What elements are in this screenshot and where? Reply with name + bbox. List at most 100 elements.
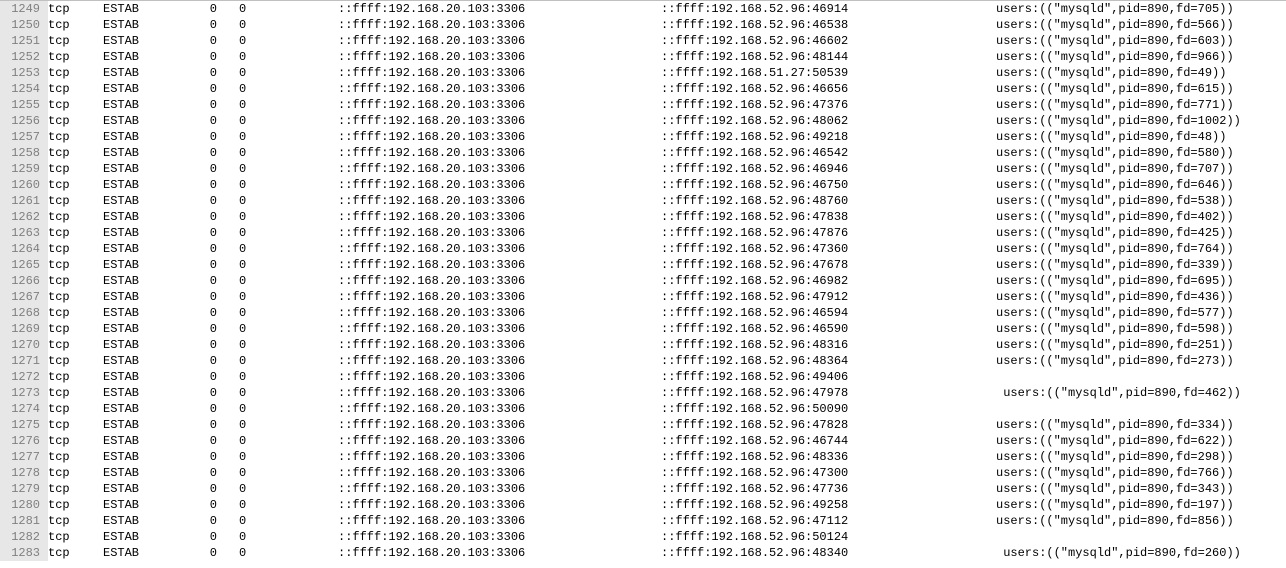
line-content[interactable]: tcpESTAB00::ffff:192.168.20.103:3306::ff…	[48, 497, 1286, 513]
line-content[interactable]: tcpESTAB00::ffff:192.168.20.103:3306::ff…	[48, 65, 1286, 81]
line-row[interactable]: 1271tcpESTAB00::ffff:192.168.20.103:3306…	[0, 353, 1286, 369]
line-row[interactable]: 1252tcpESTAB00::ffff:192.168.20.103:3306…	[0, 49, 1286, 65]
line-content[interactable]: tcpESTAB00::ffff:192.168.20.103:3306::ff…	[48, 161, 1286, 177]
col-peer-addr: ::ffff:192.168.52.96:50090	[661, 401, 982, 417]
line-row[interactable]: 1269tcpESTAB00::ffff:192.168.20.103:3306…	[0, 321, 1286, 337]
col-local-addr: ::ffff:192.168.20.103:3306	[338, 257, 661, 273]
line-content[interactable]: tcpESTAB00::ffff:192.168.20.103:3306::ff…	[48, 17, 1286, 33]
line-content[interactable]: tcpESTAB00::ffff:192.168.20.103:3306::ff…	[48, 257, 1286, 273]
line-content[interactable]: tcpESTAB00::ffff:192.168.20.103:3306::ff…	[48, 369, 1286, 385]
line-row[interactable]: 1270tcpESTAB00::ffff:192.168.20.103:3306…	[0, 337, 1286, 353]
line-number: 1271	[0, 353, 48, 369]
line-number: 1258	[0, 145, 48, 161]
line-row[interactable]: 1259tcpESTAB00::ffff:192.168.20.103:3306…	[0, 161, 1286, 177]
line-row[interactable]: 1268tcpESTAB00::ffff:192.168.20.103:3306…	[0, 305, 1286, 321]
col-local-addr: ::ffff:192.168.20.103:3306	[338, 161, 661, 177]
col-local-addr: ::ffff:192.168.20.103:3306	[338, 321, 661, 337]
line-content[interactable]: tcpESTAB00::ffff:192.168.20.103:3306::ff…	[48, 417, 1286, 433]
line-content[interactable]: tcpESTAB00::ffff:192.168.20.103:3306::ff…	[48, 353, 1286, 369]
line-row[interactable]: 1262tcpESTAB00::ffff:192.168.20.103:3306…	[0, 209, 1286, 225]
line-content[interactable]: tcpESTAB00::ffff:192.168.20.103:3306::ff…	[48, 529, 1286, 545]
line-row[interactable]: 1253tcpESTAB00::ffff:192.168.20.103:3306…	[0, 65, 1286, 81]
line-content[interactable]: tcpESTAB00::ffff:192.168.20.103:3306::ff…	[48, 321, 1286, 337]
line-content[interactable]: tcpESTAB00::ffff:192.168.20.103:3306::ff…	[48, 433, 1286, 449]
line-content[interactable]: tcpESTAB00::ffff:192.168.20.103:3306::ff…	[48, 145, 1286, 161]
line-row[interactable]: 1265tcpESTAB00::ffff:192.168.20.103:3306…	[0, 257, 1286, 273]
line-row[interactable]: 1255tcpESTAB00::ffff:192.168.20.103:3306…	[0, 97, 1286, 113]
col-users: users:(("mysqld",pid=890,fd=707))	[982, 161, 1234, 177]
col-sendq: 0	[217, 33, 338, 49]
line-content[interactable]: tcpESTAB00::ffff:192.168.20.103:3306::ff…	[48, 465, 1286, 481]
col-recvq: 0	[189, 225, 217, 241]
line-row[interactable]: 1260tcpESTAB00::ffff:192.168.20.103:3306…	[0, 177, 1286, 193]
col-proto: tcp	[48, 401, 103, 417]
line-number: 1249	[0, 1, 48, 17]
line-content[interactable]: tcpESTAB00::ffff:192.168.20.103:3306::ff…	[48, 449, 1286, 465]
col-users: users:(("mysqld",pid=890,fd=462))	[982, 385, 1241, 401]
col-state: ESTAB	[103, 369, 189, 385]
line-row[interactable]: 1264tcpESTAB00::ffff:192.168.20.103:3306…	[0, 241, 1286, 257]
line-content[interactable]: tcpESTAB00::ffff:192.168.20.103:3306::ff…	[48, 337, 1286, 353]
line-content[interactable]: tcpESTAB00::ffff:192.168.20.103:3306::ff…	[48, 1, 1286, 17]
col-local-addr: ::ffff:192.168.20.103:3306	[338, 529, 661, 545]
line-row[interactable]: 1250tcpESTAB00::ffff:192.168.20.103:3306…	[0, 17, 1286, 33]
col-users: users:(("mysqld",pid=890,fd=646))	[982, 177, 1234, 193]
col-peer-addr: ::ffff:192.168.52.96:48062	[661, 113, 982, 129]
line-content[interactable]: tcpESTAB00::ffff:192.168.20.103:3306::ff…	[48, 289, 1286, 305]
col-users: users:(("mysqld",pid=890,fd=334))	[982, 417, 1234, 433]
line-content[interactable]: tcpESTAB00::ffff:192.168.20.103:3306::ff…	[48, 545, 1286, 561]
line-content[interactable]: tcpESTAB00::ffff:192.168.20.103:3306::ff…	[48, 33, 1286, 49]
line-row[interactable]: 1266tcpESTAB00::ffff:192.168.20.103:3306…	[0, 273, 1286, 289]
line-row[interactable]: 1251tcpESTAB00::ffff:192.168.20.103:3306…	[0, 33, 1286, 49]
line-row[interactable]: 1281tcpESTAB00::ffff:192.168.20.103:3306…	[0, 513, 1286, 529]
line-row[interactable]: 1254tcpESTAB00::ffff:192.168.20.103:3306…	[0, 81, 1286, 97]
line-row[interactable]: 1274tcpESTAB00::ffff:192.168.20.103:3306…	[0, 401, 1286, 417]
line-row[interactable]: 1278tcpESTAB00::ffff:192.168.20.103:3306…	[0, 465, 1286, 481]
line-content[interactable]: tcpESTAB00::ffff:192.168.20.103:3306::ff…	[48, 385, 1286, 401]
line-content[interactable]: tcpESTAB00::ffff:192.168.20.103:3306::ff…	[48, 513, 1286, 529]
line-content[interactable]: tcpESTAB00::ffff:192.168.20.103:3306::ff…	[48, 209, 1286, 225]
line-row[interactable]: 1272tcpESTAB00::ffff:192.168.20.103:3306…	[0, 369, 1286, 385]
line-row[interactable]: 1249tcpESTAB00::ffff:192.168.20.103:3306…	[0, 1, 1286, 17]
line-row[interactable]: 1273tcpESTAB00::ffff:192.168.20.103:3306…	[0, 385, 1286, 401]
line-row[interactable]: 1276tcpESTAB00::ffff:192.168.20.103:3306…	[0, 433, 1286, 449]
line-row[interactable]: 1280tcpESTAB00::ffff:192.168.20.103:3306…	[0, 497, 1286, 513]
line-row[interactable]: 1283tcpESTAB00::ffff:192.168.20.103:3306…	[0, 545, 1286, 561]
line-content[interactable]: tcpESTAB00::ffff:192.168.20.103:3306::ff…	[48, 305, 1286, 321]
line-row[interactable]: 1279tcpESTAB00::ffff:192.168.20.103:3306…	[0, 481, 1286, 497]
col-state: ESTAB	[103, 17, 189, 33]
line-content[interactable]: tcpESTAB00::ffff:192.168.20.103:3306::ff…	[48, 481, 1286, 497]
col-local-addr: ::ffff:192.168.20.103:3306	[338, 433, 661, 449]
col-local-addr: ::ffff:192.168.20.103:3306	[338, 129, 661, 145]
line-content[interactable]: tcpESTAB00::ffff:192.168.20.103:3306::ff…	[48, 193, 1286, 209]
line-content[interactable]: tcpESTAB00::ffff:192.168.20.103:3306::ff…	[48, 97, 1286, 113]
col-proto: tcp	[48, 241, 103, 257]
text-editor-viewport[interactable]: 1249tcpESTAB00::ffff:192.168.20.103:3306…	[0, 0, 1286, 561]
line-row[interactable]: 1256tcpESTAB00::ffff:192.168.20.103:3306…	[0, 113, 1286, 129]
line-content[interactable]: tcpESTAB00::ffff:192.168.20.103:3306::ff…	[48, 273, 1286, 289]
line-row[interactable]: 1275tcpESTAB00::ffff:192.168.20.103:3306…	[0, 417, 1286, 433]
line-content[interactable]: tcpESTAB00::ffff:192.168.20.103:3306::ff…	[48, 401, 1286, 417]
col-peer-addr: ::ffff:192.168.52.96:46744	[661, 433, 982, 449]
col-local-addr: ::ffff:192.168.20.103:3306	[338, 545, 661, 561]
col-proto: tcp	[48, 209, 103, 225]
line-row[interactable]: 1282tcpESTAB00::ffff:192.168.20.103:3306…	[0, 529, 1286, 545]
line-row[interactable]: 1258tcpESTAB00::ffff:192.168.20.103:3306…	[0, 145, 1286, 161]
col-peer-addr: ::ffff:192.168.52.96:46750	[661, 177, 982, 193]
line-content[interactable]: tcpESTAB00::ffff:192.168.20.103:3306::ff…	[48, 241, 1286, 257]
line-content[interactable]: tcpESTAB00::ffff:192.168.20.103:3306::ff…	[48, 113, 1286, 129]
line-row[interactable]: 1277tcpESTAB00::ffff:192.168.20.103:3306…	[0, 449, 1286, 465]
line-row[interactable]: 1267tcpESTAB00::ffff:192.168.20.103:3306…	[0, 289, 1286, 305]
line-content[interactable]: tcpESTAB00::ffff:192.168.20.103:3306::ff…	[48, 129, 1286, 145]
line-content[interactable]: tcpESTAB00::ffff:192.168.20.103:3306::ff…	[48, 81, 1286, 97]
line-row[interactable]: 1261tcpESTAB00::ffff:192.168.20.103:3306…	[0, 193, 1286, 209]
line-number: 1275	[0, 417, 48, 433]
line-row[interactable]: 1263tcpESTAB00::ffff:192.168.20.103:3306…	[0, 225, 1286, 241]
line-number: 1269	[0, 321, 48, 337]
line-row[interactable]: 1257tcpESTAB00::ffff:192.168.20.103:3306…	[0, 129, 1286, 145]
line-content[interactable]: tcpESTAB00::ffff:192.168.20.103:3306::ff…	[48, 177, 1286, 193]
col-proto: tcp	[48, 161, 103, 177]
line-content[interactable]: tcpESTAB00::ffff:192.168.20.103:3306::ff…	[48, 225, 1286, 241]
col-local-addr: ::ffff:192.168.20.103:3306	[338, 81, 661, 97]
line-content[interactable]: tcpESTAB00::ffff:192.168.20.103:3306::ff…	[48, 49, 1286, 65]
